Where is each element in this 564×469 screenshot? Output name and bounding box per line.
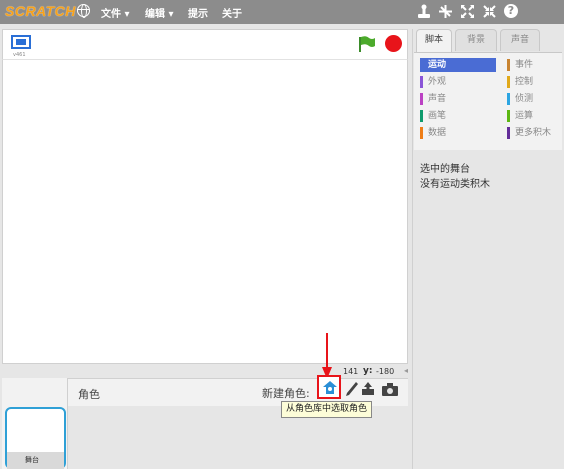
sprites-title: 角色 bbox=[78, 388, 100, 401]
mouse-y-label: y: bbox=[363, 366, 373, 376]
category-sound[interactable]: 声音 bbox=[420, 92, 494, 106]
category-looks[interactable]: 外观 bbox=[420, 75, 494, 89]
category-operators[interactable]: 运算 bbox=[507, 109, 564, 123]
category-events[interactable]: 事件 bbox=[507, 58, 564, 72]
version-label: v461 bbox=[13, 52, 26, 58]
fullscreen-icon[interactable] bbox=[11, 35, 31, 49]
category-control[interactable]: 控制 bbox=[507, 75, 564, 89]
category-pen-label: 画笔 bbox=[428, 111, 447, 121]
help-icon[interactable]: ? bbox=[504, 4, 518, 18]
mouse-y-readout: -180 bbox=[376, 367, 395, 376]
category-looks-label: 外观 bbox=[428, 77, 447, 87]
tab-scripts[interactable]: 脚本 bbox=[416, 29, 452, 53]
category-sound-label: 声音 bbox=[428, 94, 447, 104]
category-data[interactable]: 数据 bbox=[420, 126, 494, 140]
red-arrow-annotation bbox=[322, 333, 332, 379]
selected-stage-label: 选中的舞台 bbox=[420, 164, 470, 175]
menu-tips[interactable]: 提示 bbox=[188, 5, 208, 20]
category-operators-label: 运算 bbox=[515, 111, 534, 121]
new-sprite-label: 新建角色: bbox=[262, 387, 310, 400]
no-motion-blocks-label: 没有运动类积木 bbox=[420, 179, 490, 190]
language-globe-icon[interactable] bbox=[77, 4, 90, 18]
menu-edit[interactable]: 编辑 ▾ bbox=[145, 5, 174, 20]
menu-file[interactable]: 文件 ▾ bbox=[101, 5, 130, 20]
category-more-blocks-label: 更多积木 bbox=[515, 128, 552, 138]
green-flag-icon[interactable] bbox=[358, 36, 376, 52]
stop-icon[interactable] bbox=[385, 35, 402, 52]
tab-backdrops[interactable]: 背景 bbox=[455, 29, 497, 51]
duplicate-stamp-icon[interactable] bbox=[417, 4, 431, 19]
sprite-library-icon bbox=[323, 381, 337, 394]
camera-icon[interactable] bbox=[382, 383, 398, 396]
shrink-icon[interactable] bbox=[482, 4, 497, 19]
collapse-arrow-icon[interactable]: ◂ bbox=[404, 366, 412, 376]
category-more-blocks[interactable]: 更多积木 bbox=[507, 126, 564, 140]
choose-sprite-from-library-button[interactable] bbox=[317, 375, 341, 399]
menu-about[interactable]: 关于 bbox=[222, 5, 242, 20]
stage-thumb-label: 舞台 bbox=[25, 456, 39, 464]
tab-sounds[interactable]: 声音 bbox=[500, 29, 540, 51]
category-sensing-label: 侦测 bbox=[515, 94, 534, 104]
grow-icon[interactable] bbox=[460, 4, 475, 19]
stage-header bbox=[2, 29, 408, 59]
category-motion-label: 运动 bbox=[428, 60, 447, 70]
category-data-label: 数据 bbox=[428, 128, 447, 138]
category-control-label: 控制 bbox=[515, 77, 534, 87]
stage-canvas[interactable] bbox=[2, 59, 408, 364]
delete-scissors-icon[interactable] bbox=[438, 4, 453, 19]
paint-new-sprite-icon[interactable] bbox=[345, 381, 359, 397]
category-events-label: 事件 bbox=[515, 60, 534, 70]
scratch-logo[interactable]: SCRATCH bbox=[5, 3, 76, 19]
category-pen[interactable]: 画笔 bbox=[420, 109, 494, 123]
mouse-x-readout: 141 bbox=[343, 367, 359, 376]
upload-sprite-icon[interactable] bbox=[361, 382, 375, 396]
category-motion[interactable]: 运动 bbox=[420, 58, 496, 72]
category-sensing[interactable]: 侦测 bbox=[507, 92, 564, 106]
tooltip: 从角色库中选取角色 bbox=[281, 401, 373, 418]
